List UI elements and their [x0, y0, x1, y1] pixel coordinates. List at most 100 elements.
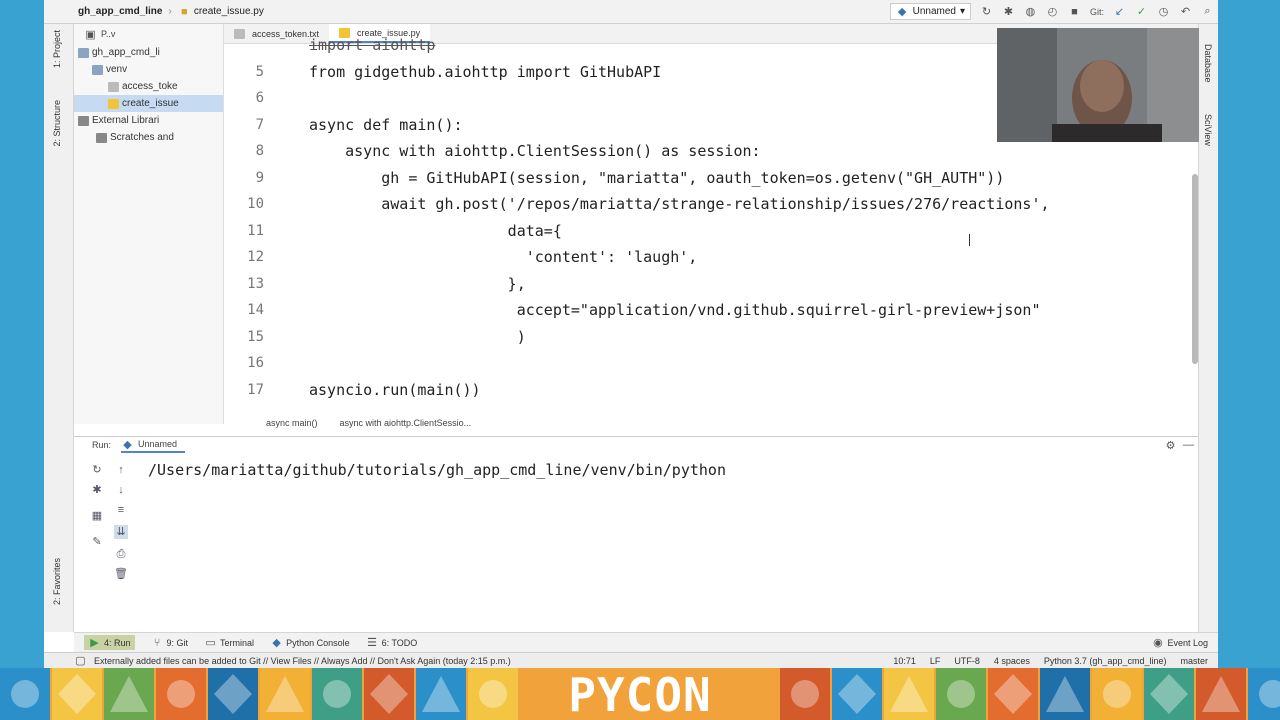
status-window-icon[interactable]: ▢: [74, 654, 87, 667]
revert-icon[interactable]: ↶: [1179, 5, 1192, 18]
banner-tile: [780, 668, 830, 720]
code-line[interactable]: gh = GitHubAPI(session, "mariatta", oaut…: [309, 165, 1004, 192]
tab-todo[interactable]: ☰ 6: TODO: [366, 636, 418, 649]
line-number: [224, 32, 264, 59]
search-icon[interactable]: ⌕: [1201, 5, 1214, 18]
tree-item-label: venv: [106, 64, 128, 75]
print-icon[interactable]: ⎙: [114, 547, 128, 561]
stop-icon[interactable]: ■: [1068, 5, 1081, 18]
breadcrumb-session[interactable]: async with aiohttp.ClientSessio...: [340, 418, 472, 428]
nav-crumb-file[interactable]: create_issue.py: [194, 6, 264, 17]
code-line[interactable]: asyncio.run(main()): [309, 377, 481, 404]
arrow-down-icon[interactable]: ↓: [114, 483, 128, 497]
minimize-icon[interactable]: —: [1182, 439, 1195, 452]
tab-favorites[interactable]: 2: Favorites: [52, 558, 62, 605]
chevron-right-icon: ›: [168, 6, 172, 17]
banner-tile: [364, 668, 414, 720]
arrow-up-icon[interactable]: ↑: [114, 463, 128, 477]
code-line[interactable]: async with aiohttp.ClientSession() as se…: [309, 138, 760, 165]
run-config-select[interactable]: ◆ Unnamed ▾: [889, 3, 971, 20]
run-label: Run:: [92, 440, 112, 450]
code-line[interactable]: import aiohttp: [309, 32, 435, 59]
tab-python-console[interactable]: ◆ Python Console: [270, 636, 350, 649]
code-line[interactable]: await gh.post('/repos/mariatta/strange-r…: [309, 191, 1049, 218]
line-separator[interactable]: LF: [930, 656, 941, 666]
git-history-icon[interactable]: ◷: [1157, 5, 1170, 18]
debug-icon[interactable]: ✱: [90, 483, 104, 497]
layout-icon[interactable]: ▦: [90, 509, 104, 523]
coverage-icon[interactable]: ◍: [1024, 5, 1037, 18]
banner-tile: [884, 668, 934, 720]
line-number: 14: [247, 302, 264, 318]
tree-item[interactable]: create_issue: [74, 95, 223, 112]
banner-pattern-icon: [1259, 680, 1280, 708]
rerun-icon[interactable]: ↻: [980, 5, 993, 18]
mouse-ibeam-cursor: [969, 234, 970, 246]
git-commit-icon[interactable]: ✓: [1135, 5, 1148, 18]
status-message[interactable]: Externally added files can be added to G…: [44, 656, 893, 666]
banner-pattern-icon: [58, 674, 96, 714]
banner-pattern-icon: [838, 674, 876, 714]
tab-database[interactable]: Database: [1203, 44, 1213, 83]
tab-python-console-label: Python Console: [286, 637, 350, 648]
tab-git[interactable]: ⑂ 9: Git: [151, 636, 189, 649]
caret-position[interactable]: 10:71: [893, 656, 916, 666]
tree-item[interactable]: venv: [74, 61, 223, 78]
file-encoding[interactable]: UTF-8: [954, 656, 980, 666]
code-line[interactable]: accept="application/vnd.github.squirrel-…: [309, 297, 1041, 324]
tab-terminal-label: Terminal: [220, 637, 255, 648]
tree-item[interactable]: access_toke: [74, 78, 223, 95]
todo-icon: ☰: [367, 637, 378, 649]
line-number: 6: [255, 90, 264, 106]
banner-pattern-icon: [370, 674, 408, 714]
code-line[interactable]: },: [309, 271, 526, 298]
git-branch[interactable]: master: [1180, 656, 1208, 666]
tree-item[interactable]: External Librari: [74, 112, 223, 129]
tab-structure[interactable]: 2: Structure: [52, 100, 62, 147]
tab-git-label: 9: Git: [166, 637, 189, 648]
tree-item[interactable]: gh_app_cmd_li: [74, 44, 223, 61]
banner-pattern-icon: [1202, 676, 1240, 712]
console-output[interactable]: /Users/mariatta/github/tutorials/gh_app_…: [148, 461, 726, 479]
tab-project[interactable]: 1: Project: [52, 30, 62, 68]
tab-run[interactable]: ▶ 4: Run: [84, 635, 135, 650]
tree-item-label: create_issue: [122, 98, 179, 109]
profile-icon[interactable]: ◴: [1046, 5, 1059, 18]
code-line[interactable]: async def main():: [309, 112, 463, 139]
trash-icon[interactable]: 🗑: [114, 567, 128, 581]
line-number: 11: [247, 222, 264, 239]
status-bar: ▢ Externally added files can be added to…: [44, 652, 1218, 668]
scroll-to-end-icon[interactable]: ⇊: [114, 525, 128, 539]
banner-pattern-icon: [422, 676, 460, 712]
code-line[interactable]: ): [309, 324, 526, 351]
soft-wrap-icon[interactable]: ≡: [114, 503, 128, 517]
tab-event-log[interactable]: ◉ Event Log: [1151, 636, 1208, 649]
tab-sciview[interactable]: SciView: [1203, 114, 1213, 146]
gear-icon[interactable]: ⚙: [1164, 439, 1177, 452]
python-file-icon: [108, 98, 119, 109]
rerun-icon[interactable]: ↻: [90, 463, 104, 477]
event-log-icon: ◉: [1153, 637, 1163, 649]
code-line[interactable]: 'content': 'laugh',: [309, 244, 698, 271]
indent-setting[interactable]: 4 spaces: [994, 656, 1030, 666]
code-breadcrumb: async main() async with aiohttp.ClientSe…: [224, 412, 1198, 434]
code-line[interactable]: data={: [309, 218, 562, 245]
nav-crumb-project[interactable]: gh_app_cmd_line: [78, 6, 162, 17]
project-panel-title[interactable]: P..v: [101, 29, 115, 39]
tree-item-label: Scratches and: [110, 132, 174, 143]
run-tab-unnamed[interactable]: ◆ Unnamed: [121, 438, 186, 453]
left-tool-strip: 1: Project 2: Structure 2: Favorites: [44, 24, 74, 632]
line-number: 8: [255, 143, 264, 159]
tree-item[interactable]: Scratches and: [74, 129, 223, 146]
banner-pattern-icon: [791, 680, 819, 708]
interpreter[interactable]: Python 3.7 (gh_app_cmd_line): [1044, 656, 1167, 666]
debug-icon[interactable]: ✱: [1002, 5, 1015, 18]
tree-item-label: access_toke: [122, 81, 178, 92]
tab-todo-label: 6: TODO: [381, 637, 418, 648]
toolbar: ◆ Unnamed ▾ ↻ ✱ ◍ ◴ ■ Git: ↙ ✓ ◷ ↶ ⌕: [889, 3, 1214, 20]
git-update-icon[interactable]: ↙: [1113, 5, 1126, 18]
tab-terminal[interactable]: ▭ Terminal: [204, 636, 254, 649]
pin-icon[interactable]: ✎: [90, 535, 104, 549]
breadcrumb-main[interactable]: async main(): [266, 418, 318, 428]
code-line[interactable]: from gidgethub.aiohttp import GitHubAPI: [309, 59, 661, 86]
